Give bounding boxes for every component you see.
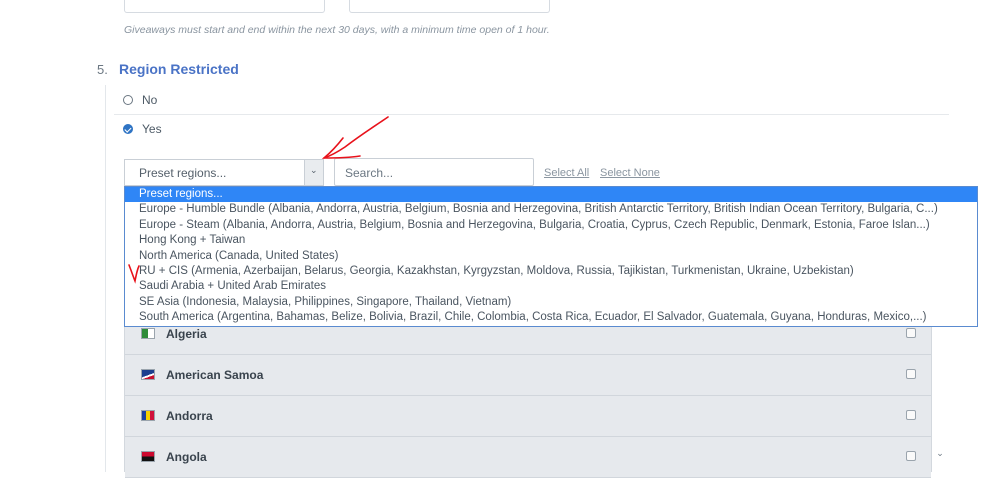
country-checkbox[interactable] <box>906 328 916 338</box>
country-name: Angola <box>166 450 207 464</box>
country-name: Algeria <box>166 327 207 341</box>
country-list[interactable]: Algeria American Samoa Andorra Angola <box>124 314 932 478</box>
country-name: American Samoa <box>166 368 264 382</box>
annotation-arrow-icon <box>323 116 389 159</box>
radio-no-label[interactable]: No <box>142 93 157 107</box>
select-all-link[interactable]: Select All <box>544 167 589 179</box>
dropdown-option[interactable]: Europe - Steam (Albania, Andorra, Austri… <box>125 218 977 233</box>
radio-yes[interactable] <box>123 124 133 134</box>
select-none-link[interactable]: Select None <box>600 167 660 179</box>
list-item[interactable]: Andorra <box>125 396 931 437</box>
section-number: 5. <box>97 62 108 77</box>
country-checkbox[interactable] <box>906 369 916 379</box>
country-checkbox[interactable] <box>906 410 916 420</box>
radio-no[interactable] <box>123 95 133 105</box>
annotation-arrowhead-icon <box>321 137 361 159</box>
dropdown-option[interactable]: Europe - Humble Bundle (Albania, Andorra… <box>125 202 977 217</box>
algeria-flag-icon <box>141 328 155 339</box>
dropdown-option[interactable]: North America (Canada, United States) <box>125 249 977 264</box>
dropdown-option[interactable]: SE Asia (Indonesia, Malaysia, Philippine… <box>125 295 977 310</box>
chevron-down-icon: ⌄ <box>310 165 318 175</box>
scroll-down-icon[interactable]: ⌄ <box>932 448 948 462</box>
dropdown-option[interactable]: Hong Kong + Taiwan <box>125 233 977 248</box>
select-toggle[interactable]: ⌄ <box>304 160 323 185</box>
section-guide-line <box>105 85 106 472</box>
dropdown-option[interactable]: RU + CIS (Armenia, Azerbaijan, Belarus, … <box>125 264 977 279</box>
divider <box>114 114 949 115</box>
end-date-input[interactable] <box>349 0 550 13</box>
country-name: Andorra <box>166 409 213 423</box>
list-item[interactable]: American Samoa <box>125 355 931 396</box>
search-placeholder: Search... <box>345 166 394 180</box>
start-date-input[interactable] <box>124 0 325 13</box>
region-search-input[interactable]: Search... <box>334 158 534 186</box>
preset-regions-select[interactable]: Preset regions... ⌄ <box>124 159 324 186</box>
dropdown-option[interactable]: Preset regions... <box>125 187 977 203</box>
section-title: Region Restricted <box>119 61 239 77</box>
preset-regions-dropdown[interactable]: Preset regions... Europe - Humble Bundle… <box>124 186 978 327</box>
preset-regions-value: Preset regions... <box>139 166 227 180</box>
andorra-flag-icon <box>141 410 155 421</box>
dropdown-option[interactable]: South America (Argentina, Bahamas, Beliz… <box>125 310 977 325</box>
country-checkbox[interactable] <box>906 451 916 461</box>
date-hint: Giveaways must start and end within the … <box>124 24 550 36</box>
dropdown-option[interactable]: Saudi Arabia + United Arab Emirates <box>125 279 977 294</box>
angola-flag-icon <box>141 451 155 462</box>
radio-yes-label[interactable]: Yes <box>142 122 162 136</box>
american-samoa-flag-icon <box>141 369 155 380</box>
